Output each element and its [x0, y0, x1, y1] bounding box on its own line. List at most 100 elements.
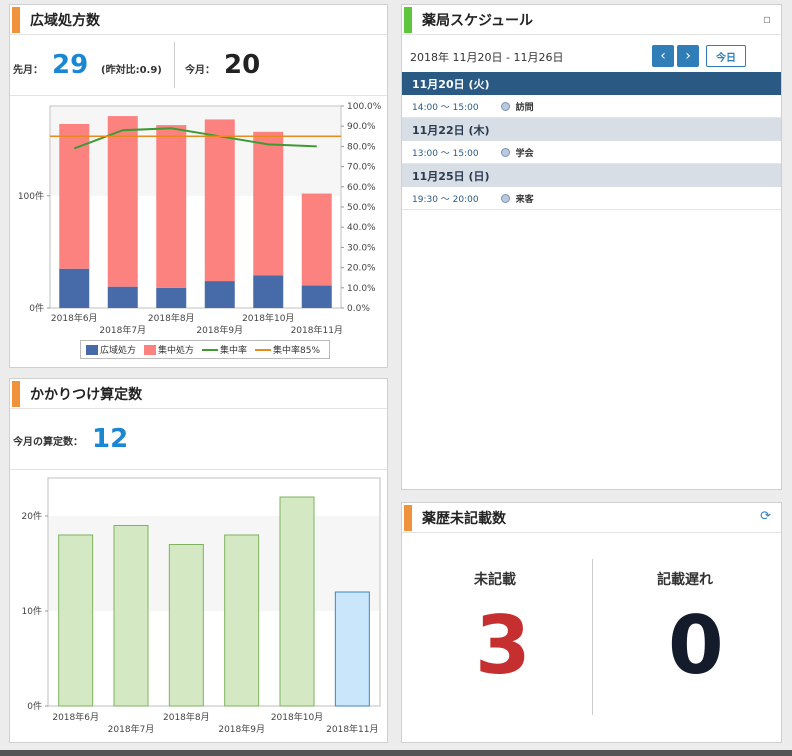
event-time: 19:30 ～ 20:00 [412, 194, 479, 205]
bar-segment [156, 287, 187, 308]
bar-segment [107, 286, 138, 308]
kakaritsuke-header: かかりつけ算定数 [10, 379, 387, 409]
bar [168, 544, 204, 707]
y-tick-label: 0件 [29, 302, 44, 314]
delayed-value: 0 [668, 599, 724, 692]
legend-swatch [144, 344, 157, 355]
this-month-value: 20 [224, 50, 261, 80]
chevron-right-icon: › [685, 48, 691, 64]
monthly-count-value: 12 [92, 424, 129, 454]
unrecorded-value: 3 [475, 599, 531, 692]
prev-month-label: 先月： [13, 65, 43, 76]
schedule-event[interactable]: 13:00 ～ 15:00 学会 [402, 141, 781, 164]
bar-segment [204, 119, 235, 282]
y-tick-label: 10件 [22, 605, 42, 617]
bottom-border [0, 750, 792, 756]
schedule-panel: 薬局スケジュール ▫ 2018年 11月20日 - 11月26日 ‹ › 今日 … [401, 4, 782, 490]
x-tick-label: 2018年10月 [242, 312, 294, 324]
x-tick-label: 2018年11月 [291, 324, 343, 336]
y2-tick-label: 20.0% [347, 264, 376, 274]
event-time: 13:00 ～ 15:00 [412, 148, 479, 159]
next-week-button[interactable]: › [677, 45, 699, 67]
yoy-ratio: (昨対比:0.9) [101, 65, 162, 76]
panel-title: 薬歴未記載数 [422, 510, 506, 527]
bar-segment [59, 123, 90, 269]
bar-segment [204, 281, 235, 308]
bar [113, 525, 149, 707]
x-tick-label: 2018年8月 [148, 312, 195, 324]
wide-area-panel: 広域処方数 先月： 29 (昨対比:0.9) 今月： 20 0件 100件 0.0%… [9, 4, 388, 368]
monthly-count-label: 今月の算定数： [13, 437, 83, 448]
bar-segment [156, 125, 187, 288]
bar-segment [253, 275, 284, 308]
panel-accent [12, 6, 20, 33]
y-tick-label: 20件 [22, 510, 42, 522]
schedule-header: 薬局スケジュール ▫ [402, 5, 781, 35]
y2-tick-label: 60.0% [347, 183, 376, 193]
schedule-event[interactable]: 14:00 ～ 15:00 訪問 [402, 95, 781, 118]
unrecorded-panel: 薬歴未記載数 ⟳ 未記載 3 記載遅れ 0 [401, 502, 782, 743]
legend-swatch [86, 344, 98, 355]
minimize-icon[interactable]: ▫ [763, 12, 771, 26]
panel-title: かかりつけ算定数 [30, 386, 143, 403]
panel-accent [12, 380, 20, 407]
event-title: 訪問 [515, 102, 534, 113]
day-label: 11月22日 (木) [412, 123, 490, 137]
bar-segment [301, 285, 332, 308]
refresh-icon[interactable]: ⟳ [760, 509, 771, 524]
today-button[interactable]: 今日 [706, 45, 746, 67]
y2-tick-label: 100.0% [347, 102, 382, 112]
bar-segment [59, 268, 90, 308]
y-tick-label: 0件 [27, 700, 42, 712]
schedule-day-header[interactable]: 11月22日 (木) [402, 118, 781, 141]
y2-tick-label: 10.0% [347, 284, 376, 294]
x-tick-label: 2018年9月 [196, 324, 243, 336]
event-title: 来客 [515, 194, 534, 205]
plot-band [51, 107, 340, 196]
chevron-left-icon: ‹ [660, 48, 666, 64]
schedule-date-range: 2018年 11月20日 - 11月26日 [410, 51, 564, 64]
schedule-day-header[interactable]: 11月25日 (日) [402, 164, 781, 187]
kakaritsuke-stats: 今月の算定数： 12 [10, 410, 387, 470]
x-tick-label: 2018年9月 [218, 723, 265, 735]
x-tick-label: 2018年11月 [326, 723, 378, 735]
schedule-event[interactable]: 19:30 ～ 20:00 来客 [402, 187, 781, 210]
bar [58, 534, 94, 707]
this-month-label: 今月： [185, 65, 215, 76]
x-tick-label: 2018年7月 [108, 723, 155, 735]
y2-tick-label: 90.0% [347, 122, 376, 132]
prev-week-button[interactable]: ‹ [652, 45, 674, 67]
day-label: 11月20日 (火) [412, 77, 490, 91]
chart-legend: 広域処方 集中処方 集中率 集中率85% [80, 340, 331, 359]
panel-title: 広域処方数 [30, 12, 100, 29]
y2-tick-label: 80.0% [347, 142, 376, 152]
legend-line [202, 348, 219, 351]
bar-segment [301, 193, 332, 286]
unrecorded-header: 薬歴未記載数 ⟳ [402, 503, 781, 533]
y2-tick-label: 0.0% [347, 304, 370, 314]
x-tick-label: 2018年8月 [163, 711, 210, 723]
bar-segment [107, 116, 138, 287]
kakaritsuke-chart: 0件 10件 20件 2018年6月 2018年7月 2018年8月 2018年9月 2018… [10, 471, 387, 743]
panel-accent [404, 504, 412, 531]
prev-month-value: 29 [52, 50, 89, 80]
bar-segment [253, 131, 284, 276]
day-label: 11月25日 (日) [412, 169, 490, 183]
legend-label: 集中率 [220, 346, 248, 356]
wide-area-header: 広域処方数 [10, 5, 387, 35]
bar [279, 496, 315, 707]
event-dot-icon [500, 147, 510, 157]
plot-band [49, 516, 379, 611]
wide-area-chart: 0件 100件 0.0% 10.0% 20.0% 30.0% 40.0% 50.0% 60.0%… [10, 98, 387, 338]
schedule-day-header[interactable]: 11月20日 (火) [402, 72, 781, 95]
y-tick-label: 100件 [18, 190, 44, 202]
legend-label: 集中処方 [158, 346, 195, 356]
bar [224, 534, 260, 707]
y2-tick-label: 40.0% [347, 223, 376, 233]
event-dot-icon [500, 193, 510, 203]
delayed-label: 記載遅れ [657, 572, 713, 588]
x-tick-label: 2018年7月 [99, 324, 146, 336]
legend-line [255, 348, 272, 351]
x-tick-label: 2018年6月 [52, 711, 99, 723]
event-title: 学会 [515, 148, 534, 159]
